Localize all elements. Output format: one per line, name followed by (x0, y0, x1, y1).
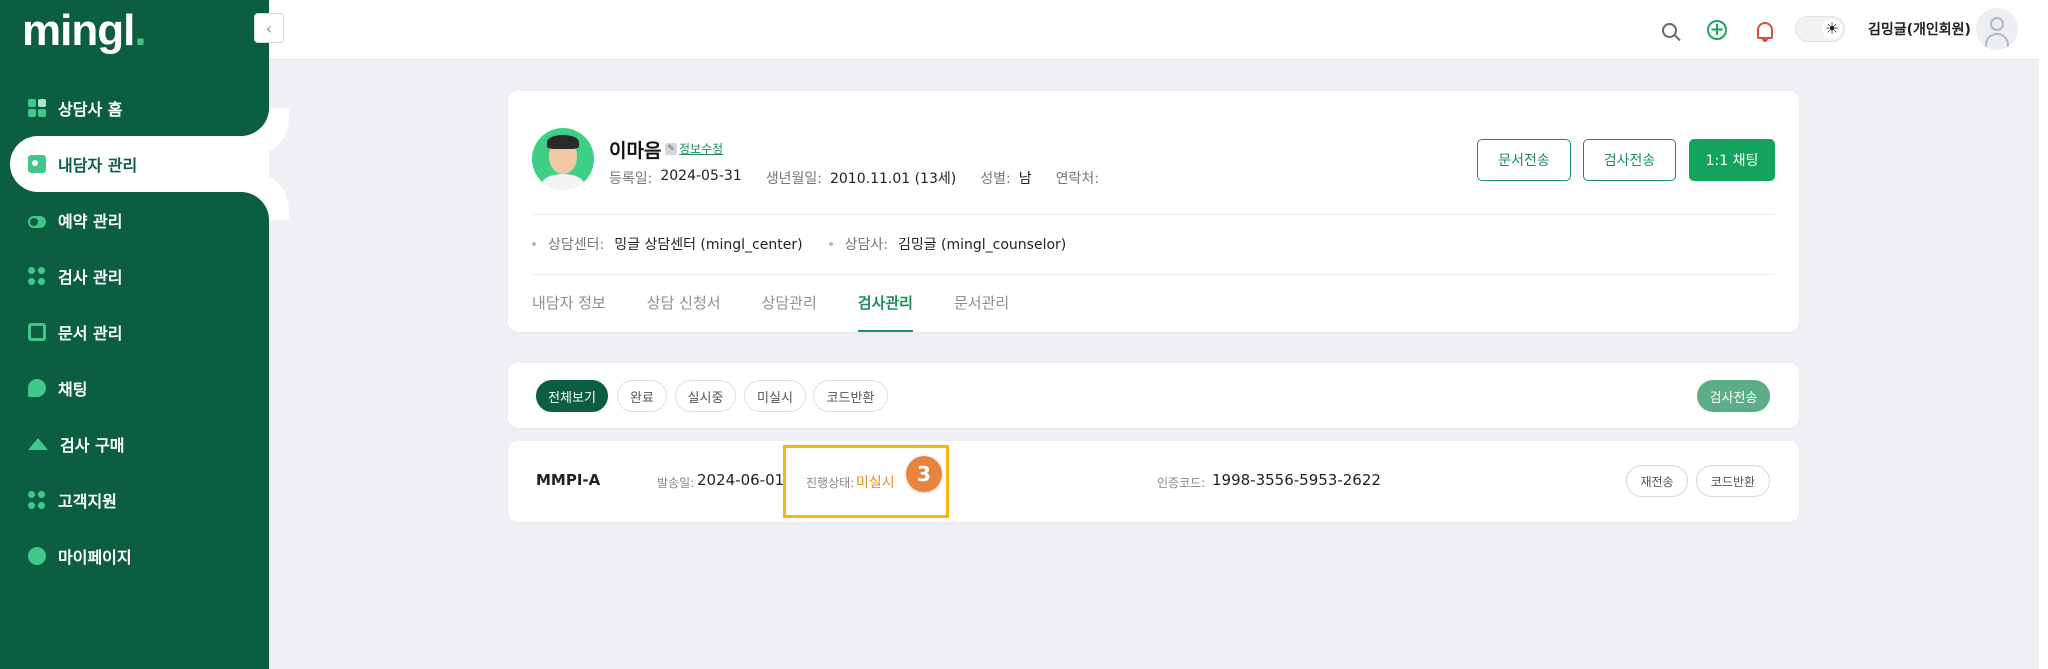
chevron-left-icon: ‹ (265, 18, 273, 38)
sidebar-item-label: 검사 관리 (58, 268, 123, 287)
test-list-row: MMPI-A 발송일: 2024-06-01 진행상태: 미실시 3 인증코드:… (508, 441, 1799, 522)
graduation-cap-icon (28, 438, 48, 450)
sidebar-item-client-management[interactable]: 내담자 관리 (10, 136, 269, 192)
filter-chip-complete[interactable]: 완료 (617, 380, 667, 412)
top-bar: + ☀ 김밍글(개인회원) (269, 0, 2048, 60)
document-icon (28, 323, 46, 341)
sidebar-item-test-management[interactable]: 검사 관리 (0, 248, 269, 304)
scrollbar-track[interactable] (2039, 0, 2048, 669)
support-icon (28, 491, 46, 509)
tab-client-info[interactable]: 내담자 정보 (532, 290, 606, 332)
filter-chip-code-return[interactable]: 코드반환 (813, 380, 888, 412)
sidebar-collapse-button[interactable]: ‹ (254, 13, 284, 43)
user-avatar[interactable] (1976, 8, 2018, 50)
send-test-button[interactable]: 검사전송 (1583, 139, 1676, 181)
divider (532, 274, 1775, 275)
gender-label: 성별: (980, 171, 1011, 187)
sidebar-item-label: 마이페이지 (58, 548, 132, 567)
sent-date-value: 2024-06-01 (697, 471, 785, 489)
client-card-icon (28, 155, 46, 173)
theme-toggle[interactable]: ☀ (1795, 16, 1845, 42)
code-return-button[interactable]: 코드반환 (1696, 465, 1770, 497)
center-value: 밍글 상담센터 (mingl_center) (614, 237, 803, 253)
user-icon (28, 547, 46, 565)
client-profile-card: 이마음 ✎ 정보수정 등록일: 2024-05-31 생년월일: 2010.11… (508, 91, 1799, 332)
edit-icon: ✎ (665, 143, 677, 155)
sidebar-item-label: 예약 관리 (58, 212, 123, 231)
mingl-logo[interactable]: mingl. (22, 6, 147, 56)
test-dots-icon (28, 267, 46, 285)
dashboard-icon (28, 99, 46, 117)
counselor-label: 상담사: (844, 237, 888, 253)
filter-chip-in-progress[interactable]: 실시중 (675, 380, 736, 412)
chat-icon (28, 379, 46, 397)
sent-date-label: 발송일: (657, 476, 695, 490)
sidebar-item-mypage[interactable]: 마이페이지 (0, 528, 269, 584)
notification-bell-icon[interactable] (1752, 17, 1778, 43)
step-badge: 3 (906, 456, 942, 492)
sidebar-item-test-purchase[interactable]: 검사 구매 (0, 416, 269, 472)
tab-counseling-management[interactable]: 상담관리 (762, 290, 817, 332)
registered-value: 2024-05-31 (660, 168, 742, 184)
tab-test-management[interactable]: 검사관리 (857, 290, 914, 332)
birth-label: 생년월일: (765, 171, 822, 187)
send-document-button[interactable]: 문서전송 (1477, 139, 1571, 181)
resend-button[interactable]: 재전송 (1626, 465, 1688, 497)
one-on-one-chat-button[interactable]: 1:1 채팅 (1689, 139, 1775, 181)
tab-document-management[interactable]: 문서관리 (954, 290, 1009, 332)
sidebar-item-reservation[interactable]: 예약 관리 (0, 192, 269, 248)
contact-label: 연락처: (1055, 171, 1099, 187)
sidebar-item-label: 채팅 (58, 380, 88, 399)
client-tabs: 내담자 정보 상담 신청서 상담관리 검사관리 문서관리 (532, 290, 1050, 332)
sidebar: mingl. 상담사 홈 내담자 관리 예약 관리 검사 관리 문서 관리 채팅 (0, 0, 269, 669)
sidebar-item-label: 문서 관리 (58, 324, 123, 343)
filter-chip-not-started[interactable]: 미실시 (744, 380, 806, 412)
auth-code-value: 1998-3556-5953-2622 (1212, 471, 1381, 489)
reservation-toggle-icon (28, 215, 46, 228)
client-avatar (532, 128, 594, 190)
bullet (828, 242, 833, 246)
sidebar-item-chat[interactable]: 채팅 (0, 360, 269, 416)
test-filter-bar: 전체보기 완료 실시중 미실시 코드반환 검사전송 (508, 363, 1799, 428)
send-test-chip-button[interactable]: 검사전송 (1697, 380, 1770, 412)
sidebar-item-label: 검사 구매 (60, 436, 125, 455)
divider (532, 214, 1775, 215)
center-info-row: 상담센터: 밍글 상담센터 (mingl_center) 상담사: 김밍글 (m… (532, 234, 1092, 254)
filter-chip-all[interactable]: 전체보기 (536, 380, 608, 412)
edit-info-link[interactable]: 정보수정 (679, 140, 723, 157)
registered-label: 등록일: (609, 171, 653, 187)
gender-value: 남 (1018, 171, 1032, 187)
counselor-value: 김밍글 (mingl_counselor) (897, 237, 1067, 253)
sidebar-item-document-management[interactable]: 문서 관리 (0, 304, 269, 360)
sidebar-item-label: 고객지원 (58, 492, 117, 511)
sidebar-item-support[interactable]: 고객지원 (0, 472, 269, 528)
test-name: MMPI-A (536, 471, 601, 489)
sidebar-item-label: 상담사 홈 (58, 100, 123, 119)
sun-icon: ☀ (1822, 19, 1842, 39)
tab-application-form[interactable]: 상담 신청서 (647, 290, 721, 332)
sidebar-item-label: 내담자 관리 (58, 156, 138, 175)
sidebar-item-counselor-home[interactable]: 상담사 홈 (0, 80, 269, 136)
user-name[interactable]: 김밍글(개인회원) (1868, 19, 1971, 39)
sidebar-nav: 상담사 홈 내담자 관리 예약 관리 검사 관리 문서 관리 채팅 검사 구매 (0, 80, 269, 584)
center-label: 상담센터: (548, 237, 605, 253)
birth-value: 2010.11.01 (13세) (829, 171, 957, 187)
add-circle-icon[interactable]: + (1704, 17, 1730, 43)
auth-code-label: 인증코드: (1157, 476, 1206, 490)
bullet (532, 242, 536, 246)
search-icon[interactable] (1656, 17, 1682, 43)
client-meta-row: 등록일: 2024-05-31 생년월일: 2010.11.01 (13세) 성… (609, 168, 1131, 188)
client-name: 이마음 (609, 140, 662, 162)
